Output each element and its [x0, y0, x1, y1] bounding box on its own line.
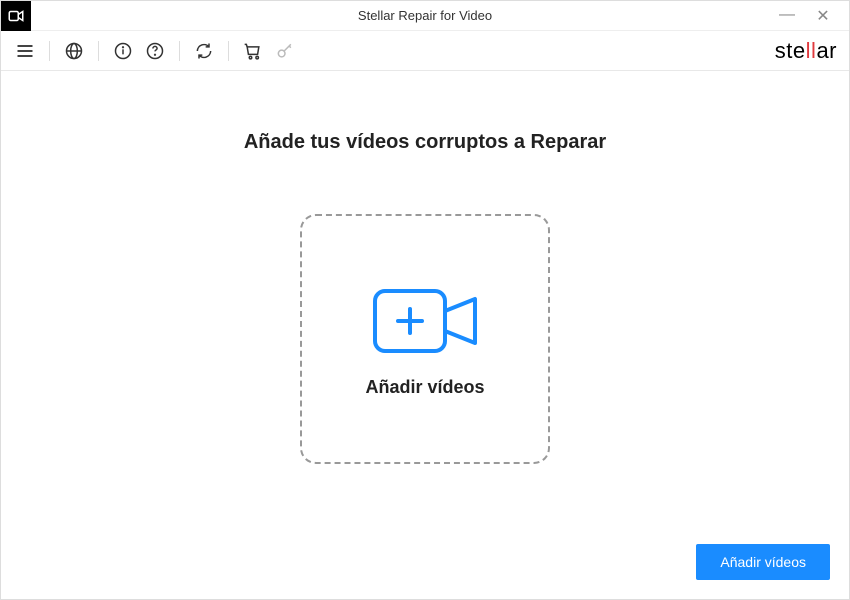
help-icon[interactable]: [143, 39, 167, 63]
dropzone-label: Añadir vídeos: [365, 377, 484, 398]
window-controls: — ✕: [777, 6, 849, 26]
titlebar: Stellar Repair for Video — ✕: [1, 1, 849, 31]
brand-prefix: ste: [775, 38, 806, 63]
video-camera-plus-icon: [365, 281, 485, 361]
language-icon[interactable]: [62, 39, 86, 63]
toolbar-divider: [49, 41, 50, 61]
toolbar-divider: [98, 41, 99, 61]
page-heading: Añade tus vídeos corruptos a Reparar: [244, 131, 606, 154]
add-videos-dropzone[interactable]: Añadir vídeos: [300, 214, 550, 464]
info-icon[interactable]: [111, 39, 135, 63]
add-videos-button[interactable]: Añadir vídeos: [696, 544, 830, 580]
app-icon: [1, 1, 31, 31]
close-button[interactable]: ✕: [813, 6, 833, 26]
footer: Añadir vídeos: [696, 544, 830, 580]
window-title: Stellar Repair for Video: [358, 8, 492, 23]
menu-icon[interactable]: [13, 39, 37, 63]
brand-suffix: ar: [816, 38, 837, 63]
toolbar-divider: [179, 41, 180, 61]
brand-accent: ll: [806, 38, 817, 63]
refresh-icon[interactable]: [192, 39, 216, 63]
toolbar: stellar: [1, 31, 849, 71]
minimize-button[interactable]: —: [777, 6, 797, 26]
main-content: Añade tus vídeos corruptos a Reparar Aña…: [1, 71, 849, 464]
brand-logo: stellar: [775, 38, 837, 64]
toolbar-divider: [228, 41, 229, 61]
cart-icon[interactable]: [241, 39, 265, 63]
key-icon[interactable]: [273, 39, 297, 63]
